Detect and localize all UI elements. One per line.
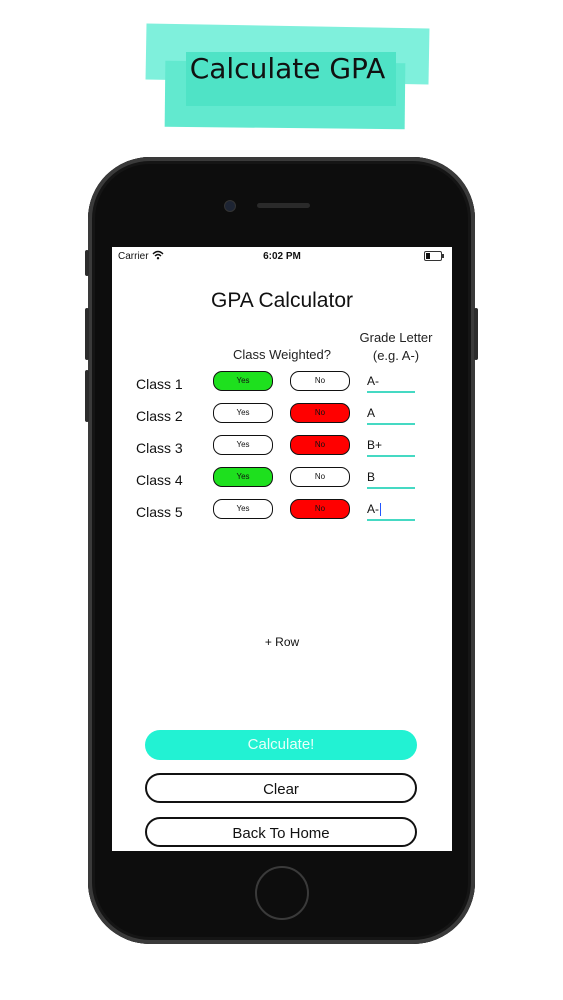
grade-value: B	[367, 470, 376, 484]
weighted-yes-button[interactable]: Yes	[213, 467, 273, 487]
weighted-yes-button[interactable]: Yes	[213, 499, 273, 519]
weighted-yes-button[interactable]: Yes	[213, 371, 273, 391]
text-cursor	[380, 503, 381, 517]
grade-input-underline	[367, 455, 415, 457]
earpiece-speaker	[257, 203, 310, 208]
back-to-home-button[interactable]: Back To Home	[145, 817, 417, 847]
banner-title: Calculate GPA	[189, 52, 386, 85]
grade-input-underline	[367, 423, 415, 425]
weighted-no-button[interactable]: No	[290, 435, 350, 455]
class-row: Class 1 Yes No A-	[112, 371, 452, 399]
grade-value: B+	[367, 438, 383, 452]
grade-column-header: Grade Letter (e.g. A-)	[348, 329, 444, 365]
weighted-yes-button[interactable]: Yes	[213, 403, 273, 423]
class-label: Class 5	[136, 504, 183, 520]
class-label: Class 2	[136, 408, 183, 424]
grade-input-underline	[367, 487, 415, 489]
promo-banner: Calculate GPA	[0, 0, 563, 140]
class-label: Class 1	[136, 376, 183, 392]
volume-down-button	[85, 370, 89, 422]
power-button	[474, 308, 478, 360]
grade-input-underline	[367, 391, 415, 393]
volume-up-button	[85, 308, 89, 360]
class-row: Class 2 Yes No A	[112, 403, 452, 431]
mute-switch	[85, 250, 89, 276]
status-bar: Carrier 6:02 PM	[112, 247, 452, 265]
grade-input-underline	[367, 519, 415, 521]
battery-icon	[424, 251, 444, 261]
front-camera	[224, 200, 236, 212]
app-screen: Carrier 6:02 PM GPA Calculator Class Wei…	[112, 247, 452, 851]
clear-button[interactable]: Clear	[145, 773, 417, 803]
calculate-button[interactable]: Calculate!	[145, 730, 417, 760]
grade-header-line1: Grade Letter	[359, 330, 433, 345]
weighted-no-button[interactable]: No	[290, 467, 350, 487]
grade-value: A-	[367, 502, 379, 516]
grade-value: A-	[367, 374, 379, 388]
weighted-column-header: Class Weighted?	[232, 347, 332, 362]
grade-header-line2: (e.g. A-)	[372, 348, 420, 363]
status-time: 6:02 PM	[263, 251, 301, 262]
page-title: GPA Calculator	[210, 289, 353, 312]
weighted-no-button[interactable]: No	[290, 403, 350, 423]
weighted-yes-button[interactable]: Yes	[213, 435, 273, 455]
class-row: Class 4 Yes No B	[112, 467, 452, 495]
add-row-button[interactable]: + Row	[112, 635, 452, 649]
weighted-no-button[interactable]: No	[290, 499, 350, 519]
class-label: Class 4	[136, 472, 183, 488]
class-row: Class 3 Yes No B+	[112, 435, 452, 463]
weighted-no-button[interactable]: No	[290, 371, 350, 391]
grade-value: A	[367, 406, 376, 420]
home-button[interactable]	[255, 866, 309, 920]
class-row: Class 5 Yes No A-	[112, 499, 452, 527]
class-label: Class 3	[136, 440, 183, 456]
